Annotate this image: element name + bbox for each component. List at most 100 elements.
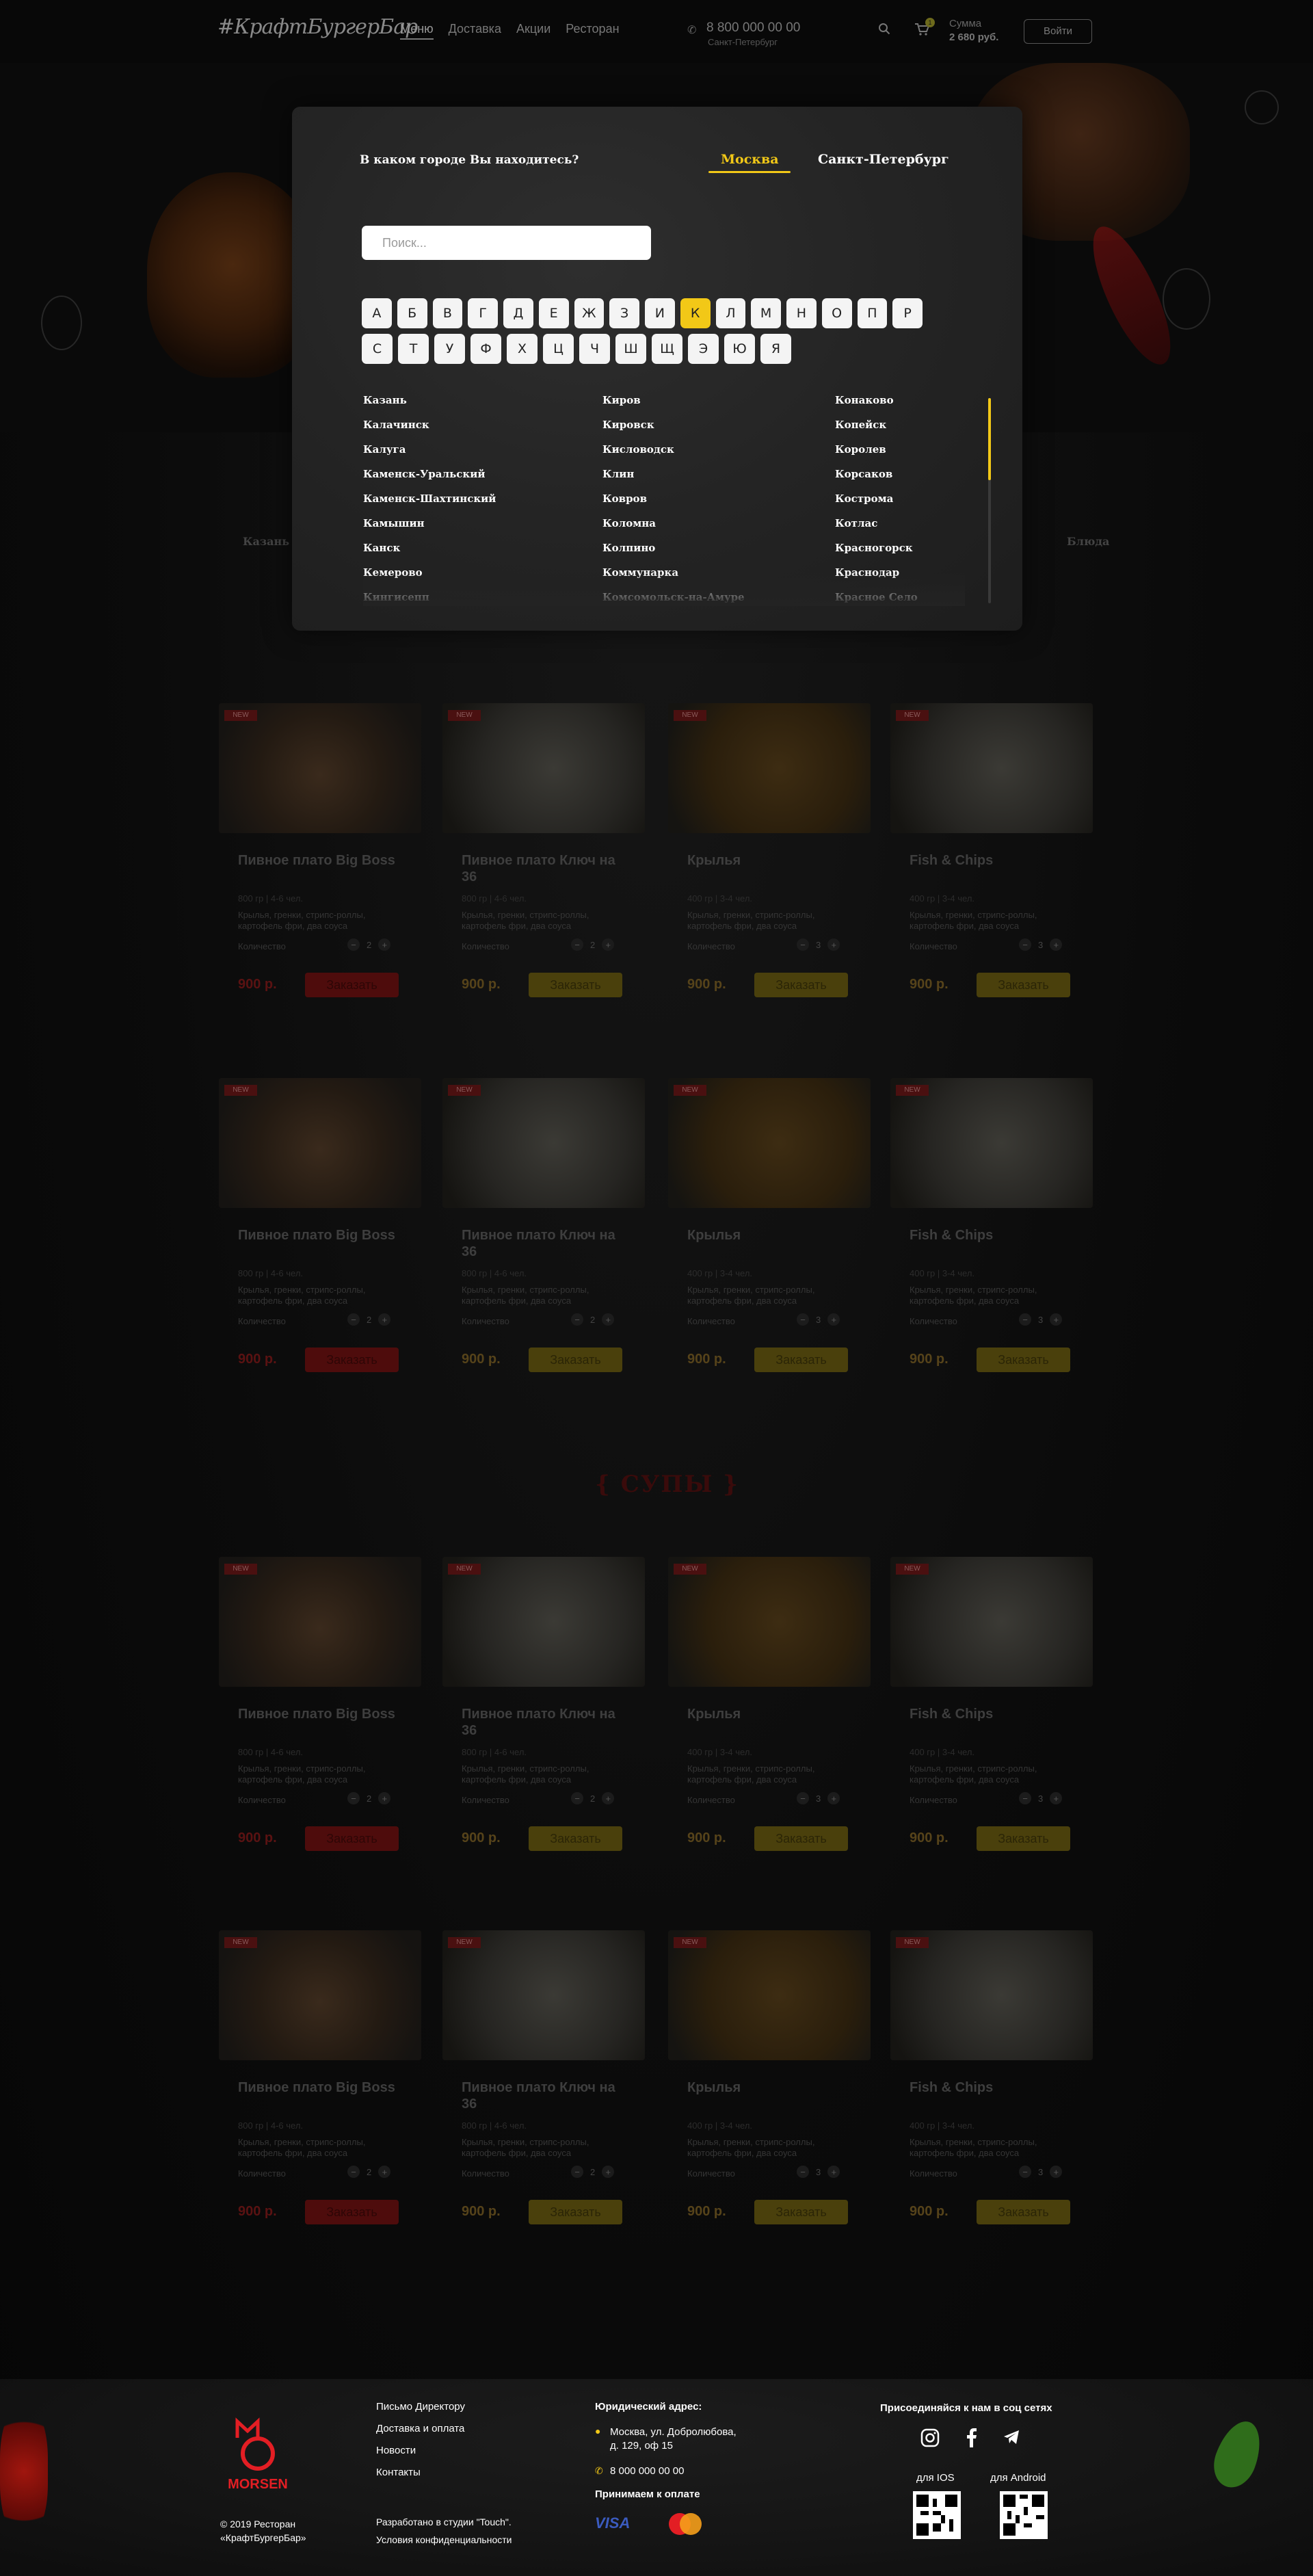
plus-button[interactable]: + <box>1050 938 1063 951</box>
city-item[interactable]: Казань <box>363 394 496 419</box>
letter-button[interactable]: Я <box>760 334 791 364</box>
footer-link-news[interactable]: Новости <box>376 2445 465 2467</box>
letter-button[interactable]: Ч <box>579 334 610 364</box>
product-image[interactable] <box>890 703 1093 833</box>
category-label[interactable]: Казань <box>243 535 289 548</box>
order-button[interactable]: Заказать <box>754 973 848 997</box>
product-image[interactable] <box>219 1557 421 1687</box>
plus-button[interactable]: + <box>827 2166 840 2178</box>
minus-button[interactable]: − <box>347 1313 360 1326</box>
plus-button[interactable]: + <box>1050 2166 1063 2178</box>
letter-button[interactable]: Х <box>507 334 538 364</box>
minus-button[interactable]: − <box>571 1792 583 1804</box>
order-button[interactable]: Заказать <box>305 1826 399 1851</box>
letter-button[interactable]: Э <box>688 334 719 364</box>
footer-link-contacts[interactable]: Контакты <box>376 2467 465 2488</box>
footer-link-delivery[interactable]: Доставка и оплата <box>376 2423 465 2445</box>
city-item[interactable]: Калачинск <box>363 419 496 443</box>
product-image[interactable] <box>668 703 871 833</box>
plus-button[interactable]: + <box>827 938 840 951</box>
minus-button[interactable]: − <box>797 1313 809 1326</box>
order-button[interactable]: Заказать <box>305 1348 399 1372</box>
order-button[interactable]: Заказать <box>529 1826 622 1851</box>
footer-phone[interactable]: 8 000 000 00 00 <box>610 2465 684 2477</box>
city-item[interactable]: Корсаков <box>835 468 918 492</box>
minus-button[interactable]: − <box>1019 1792 1031 1804</box>
letter-button[interactable]: В <box>432 298 463 328</box>
morsen-logo[interactable]: MORSEN <box>220 2416 295 2498</box>
order-button[interactable]: Заказать <box>529 1348 622 1372</box>
product-title[interactable]: Пивное плато Ключ на 36 <box>462 852 626 885</box>
product-image[interactable] <box>442 1078 645 1208</box>
letter-button[interactable]: А <box>362 298 392 328</box>
city-search-input[interactable] <box>362 226 651 260</box>
product-image[interactable] <box>442 1557 645 1687</box>
plus-button[interactable]: + <box>1050 1313 1063 1326</box>
letter-button[interactable]: Ш <box>615 334 646 364</box>
letter-button[interactable]: Б <box>397 298 427 328</box>
city-item[interactable]: Ковров <box>602 492 745 517</box>
privacy-link[interactable]: Условия конфиденциальности <box>376 2531 512 2549</box>
city-tab-moscow[interactable]: Москва <box>721 152 779 167</box>
letter-button[interactable]: Ю <box>724 334 755 364</box>
minus-button[interactable]: − <box>797 1792 809 1804</box>
minus-button[interactable]: − <box>797 2166 809 2178</box>
product-title[interactable]: Пивное плато Ключ на 36 <box>462 2079 626 2112</box>
nav-item-menu[interactable]: Меню <box>400 22 434 40</box>
city-item[interactable]: Клин <box>602 468 745 492</box>
city-item[interactable]: Камышин <box>363 517 496 542</box>
product-title[interactable]: Fish & Chips <box>910 852 1074 869</box>
letter-button[interactable]: К <box>680 298 711 328</box>
order-button[interactable]: Заказать <box>754 1826 848 1851</box>
search-icon[interactable] <box>878 23 890 35</box>
city-item[interactable]: Королев <box>835 443 918 468</box>
scrollbar-thumb[interactable] <box>988 398 991 480</box>
studio-link[interactable]: Разработано в студии "Touch". <box>376 2513 512 2531</box>
city-tab-spb[interactable]: Санкт-Петербург <box>818 152 949 167</box>
letter-button[interactable]: Ж <box>574 298 605 328</box>
order-button[interactable]: Заказать <box>529 2200 622 2224</box>
product-title[interactable]: Пивное плато Big Boss <box>238 1227 402 1244</box>
product-title[interactable]: Пивное плато Ключ на 36 <box>462 1227 626 1260</box>
city-item[interactable]: Красногорск <box>835 542 918 566</box>
product-title[interactable]: Крылья <box>687 2079 851 2096</box>
qr-code-ios[interactable] <box>913 2491 961 2539</box>
order-button[interactable]: Заказать <box>529 973 622 997</box>
product-image[interactable] <box>668 1930 871 2060</box>
facebook-icon[interactable] <box>966 2428 977 2447</box>
city-item[interactable]: Кисловодск <box>602 443 745 468</box>
qr-code-android[interactable] <box>1000 2491 1048 2539</box>
plus-button[interactable]: + <box>827 1792 840 1804</box>
letter-button[interactable]: Л <box>715 298 746 328</box>
product-image[interactable] <box>890 1557 1093 1687</box>
letter-button[interactable]: Д <box>503 298 533 328</box>
minus-button[interactable]: − <box>1019 938 1031 951</box>
letter-button[interactable]: Ф <box>470 334 501 364</box>
plus-button[interactable]: + <box>1050 1792 1063 1804</box>
product-title[interactable]: Крылья <box>687 1706 851 1722</box>
letter-button[interactable]: Т <box>398 334 429 364</box>
minus-button[interactable]: − <box>571 2166 583 2178</box>
header-phone[interactable]: 8 800 000 00 00 <box>706 21 800 36</box>
minus-button[interactable]: − <box>571 938 583 951</box>
minus-button[interactable]: − <box>347 2166 360 2178</box>
city-item[interactable]: Калуга <box>363 443 496 468</box>
product-image[interactable] <box>442 703 645 833</box>
minus-button[interactable]: − <box>347 1792 360 1804</box>
instagram-icon[interactable] <box>920 2428 940 2447</box>
minus-button[interactable]: − <box>571 1313 583 1326</box>
telegram-icon[interactable] <box>1003 2428 1020 2446</box>
letter-button[interactable]: Р <box>892 298 923 328</box>
product-title[interactable]: Fish & Chips <box>910 1706 1074 1722</box>
minus-button[interactable]: − <box>797 938 809 951</box>
product-image[interactable] <box>219 1930 421 2060</box>
logo[interactable]: #КрафтБургерБар <box>217 15 418 39</box>
city-item[interactable]: Канск <box>363 542 496 566</box>
product-image[interactable] <box>668 1557 871 1687</box>
footer-link-director[interactable]: Письмо Директору <box>376 2401 465 2423</box>
letter-button[interactable]: Г <box>468 298 498 328</box>
order-button[interactable]: Заказать <box>977 1826 1070 1851</box>
letter-button[interactable]: Е <box>538 298 569 328</box>
letter-button[interactable]: П <box>857 298 888 328</box>
minus-button[interactable]: − <box>1019 2166 1031 2178</box>
